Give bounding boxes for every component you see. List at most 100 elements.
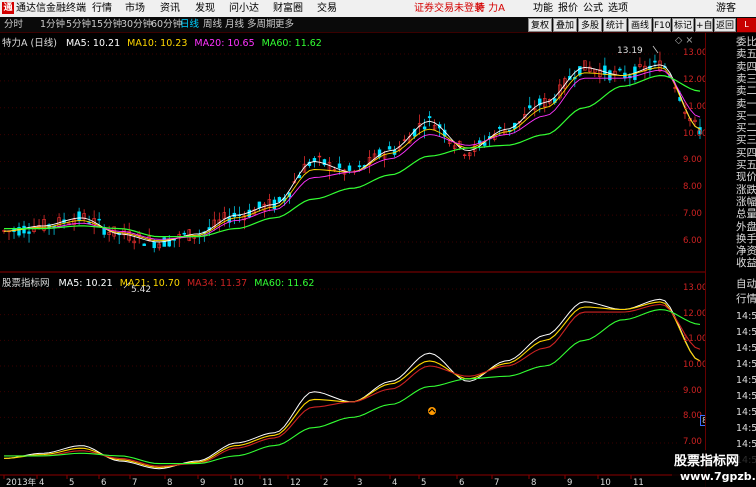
- main-axis-tick: 7.00: [683, 209, 702, 220]
- candle-body: [422, 126, 427, 130]
- menu-item-markets[interactable]: 市场: [125, 2, 145, 15]
- tick-panel-label[interactable]: 自动: [736, 277, 756, 292]
- tf-1min[interactable]: 1分钟: [40, 19, 65, 31]
- quote-panel: 委比 卖五 卖四 卖三 卖二 卖一 买一 买二 买三 买四 买五 现价 涨跌 涨幅 总量 外盘 换手 净资 收益 自动…: [705, 33, 756, 487]
- x-axis-label: 11: [262, 478, 273, 487]
- menu-item-trade[interactable]: 交易: [317, 2, 337, 15]
- candle-body: [337, 163, 342, 169]
- user-label[interactable]: 游客: [716, 2, 736, 15]
- x-axis-label: 10: [600, 478, 611, 487]
- x-axis-label: 11: [633, 478, 644, 487]
- statistics-button[interactable]: 统计: [603, 18, 627, 32]
- x-axis-label: 7: [494, 478, 499, 487]
- tick-time: 14:56: [736, 407, 756, 418]
- x-axis-label: 5: [421, 478, 426, 487]
- main-grid: [0, 53, 680, 444]
- overlay-button[interactable]: 叠加: [553, 18, 577, 32]
- tick-time: 14:56: [736, 343, 756, 354]
- candle-body: [653, 60, 657, 63]
- ma20-value: MA20: 10.65: [194, 38, 255, 49]
- ma-line-ma60: [4, 74, 701, 238]
- ma-line-ma20: [4, 69, 701, 240]
- candle-body: [97, 218, 101, 221]
- candle-body: [528, 105, 532, 109]
- candle-body: [182, 232, 186, 235]
- x-axis-label: 9: [567, 478, 572, 487]
- chart-options-icon[interactable]: ◇ ×: [675, 35, 693, 46]
- tf-60min[interactable]: 60分钟: [151, 19, 182, 31]
- x-axis-label: 9: [200, 478, 205, 487]
- sub-axis-tick: 9.00: [683, 385, 702, 396]
- candle-body: [257, 201, 262, 209]
- sub-ma60-value: MA60: 11.62: [254, 278, 315, 289]
- menu-item-wealth[interactable]: 财富圈: [273, 2, 303, 15]
- candle-body: [152, 241, 156, 249]
- stock-name-label: 特力A (日线): [2, 38, 57, 49]
- sub-info-bar: 股票指标网 MA5: 10.21 MA21: 10.70 MA34: 11.37…: [2, 275, 314, 289]
- tf-5min[interactable]: 5分钟: [66, 19, 91, 31]
- sub-ma5-value: MA5: 10.21: [58, 278, 113, 289]
- candle-body: [427, 116, 432, 119]
- menu-item-function[interactable]: 功能: [533, 2, 553, 15]
- chart-area[interactable]: 2013年 4 5 6 7 8 9 10 11 12 2 3 4 5 6 7 8 9 10 11 特力A (日线) M…: [0, 33, 708, 487]
- sub-axis-tick: 10.00: [683, 360, 708, 370]
- sub-axis-tick: 7.00: [683, 437, 702, 448]
- tf-15min[interactable]: 15分钟: [91, 19, 122, 31]
- x-axis-label: 2: [323, 478, 328, 487]
- candle-body: [357, 165, 362, 168]
- tf-more[interactable]: 更多: [275, 19, 294, 31]
- menu-item-quote[interactable]: 报价: [558, 2, 578, 15]
- app-title: 通达信金融终端: [16, 3, 86, 14]
- x-axis-label: 6: [101, 478, 106, 487]
- tf-multi-period[interactable]: 多周期: [247, 19, 276, 31]
- watermark: 股票指标网 www.7gpzb.com: [672, 450, 756, 487]
- f10-button[interactable]: F10: [653, 18, 671, 32]
- sub-line-ma60: [4, 309, 701, 465]
- main-axis-tick: 9.00: [683, 155, 702, 166]
- tick-time: 14:56: [736, 391, 756, 402]
- ma5-value: MA5: 10.21: [65, 38, 121, 49]
- menu-item-discover[interactable]: 发现: [195, 2, 215, 15]
- code-box[interactable]: L: [737, 18, 756, 32]
- tick-time: 14:56: [736, 375, 756, 386]
- candle-body: [618, 68, 622, 71]
- tf-weekly[interactable]: 周线: [203, 19, 222, 31]
- x-axis-label: 3: [357, 478, 362, 487]
- ma60-value: MA60: 11.62: [261, 38, 322, 49]
- adjust-button[interactable]: 复权: [528, 18, 552, 32]
- main-axis-tick: 8.00: [683, 182, 702, 193]
- tf-daily[interactable]: 日线: [180, 19, 199, 31]
- quote-field-label: 收益: [736, 257, 756, 270]
- menu-item-ask[interactable]: 问小达: [229, 2, 259, 15]
- tf-timeshare[interactable]: 分时: [4, 19, 23, 31]
- x-axis: 2013年 4 5 6 7 8 9 10 11 12 2 3 4 5 6 7 8 9 10 11: [3, 475, 644, 487]
- back-button[interactable]: 返回: [714, 18, 736, 32]
- tf-monthly[interactable]: 月线: [225, 19, 244, 31]
- main-axis-tick: 10.00: [683, 128, 708, 139]
- tick-panel-label[interactable]: 行情: [736, 292, 756, 307]
- watermark-line1: 股票指标网: [674, 454, 740, 469]
- trade-login-status[interactable]: 证券交易未登录: [414, 2, 484, 15]
- menu-item-formula[interactable]: 公式: [583, 2, 603, 15]
- candle-body: [603, 65, 607, 75]
- menu-item-market[interactable]: 行情: [92, 2, 112, 15]
- mark-button[interactable]: 标记: [672, 18, 694, 32]
- indicator-name-label: 股票指标网: [2, 278, 50, 289]
- menu-item-news[interactable]: 资讯: [160, 2, 180, 15]
- candle-body: [142, 243, 146, 246]
- menu-item-options[interactable]: 选项: [608, 2, 628, 15]
- main-axis-tick: 12.00: [683, 74, 708, 85]
- x-axis-label: 5: [69, 478, 74, 487]
- draw-line-button[interactable]: 画线: [628, 18, 652, 32]
- x-axis-label: 2013年: [6, 477, 37, 487]
- price-chart[interactable]: 2013年 4 5 6 7 8 9 10 11 12 2 3 4 5 6 7 8 9 10 11: [0, 33, 705, 487]
- candle-body: [347, 165, 352, 171]
- x-axis-label: 12: [290, 478, 301, 487]
- add-watchlist-button[interactable]: +自选: [695, 18, 713, 45]
- tick-time: 14:56: [736, 359, 756, 370]
- menu-bar: 通 通达信金融终端 行情 市场 资讯 发现 问小达 财富圈 交易 证券交易未登录…: [0, 0, 756, 17]
- multi-stock-button[interactable]: 多股: [578, 18, 602, 32]
- high-annotation: 13.19: [617, 46, 643, 56]
- sub-line-ma20: [4, 303, 701, 467]
- tf-30min[interactable]: 30分钟: [121, 19, 152, 31]
